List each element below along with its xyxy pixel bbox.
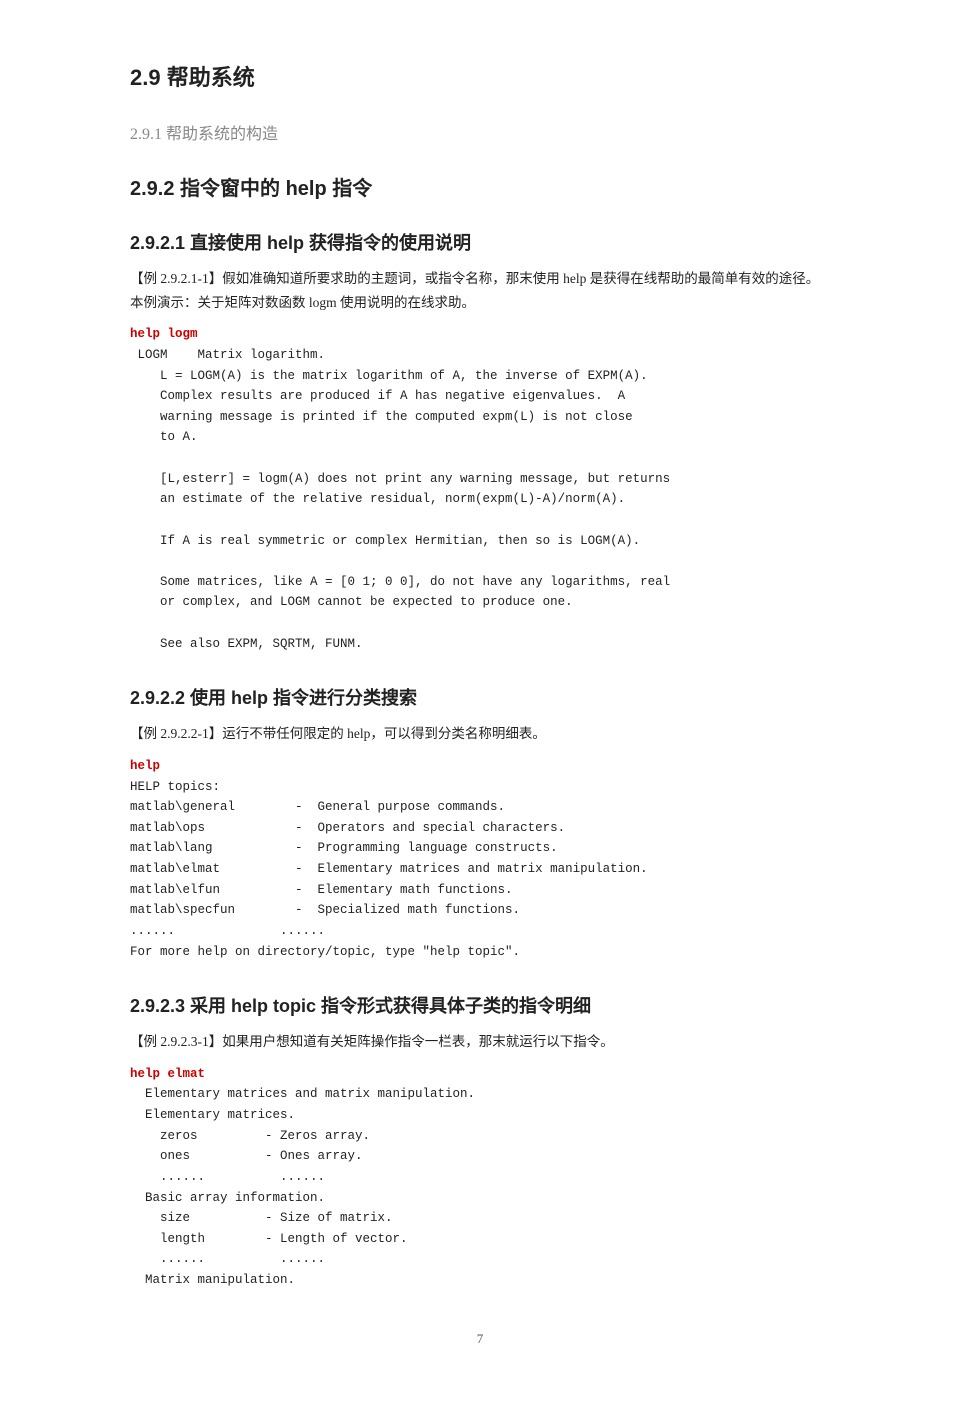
- code-body-1: LOGM Matrix logarithm. L = LOGM(A) is th…: [130, 348, 670, 651]
- code-block-2-9-2-2: help HELP topics: matlab\general - Gener…: [130, 756, 830, 962]
- code-body-2: HELP topics: matlab\general - General pu…: [130, 780, 648, 959]
- section-2-9-2-3-title: 2.9.2.3 采用 help topic 指令形式获得具体子类的指令明细: [130, 992, 830, 1018]
- example-2-9-2-1-label: 【例 2.9.2.1-1】: [130, 271, 222, 286]
- section-2-9-2-2: 2.9.2.2 使用 help 指令进行分类搜索 【例 2.9.2.2-1】运行…: [130, 684, 830, 962]
- code-block-2-9-2-1: help logm LOGM Matrix logarithm. L = LOG…: [130, 324, 830, 654]
- example-2-9-2-1-body: 假如准确知道所要求助的主题词，或指令名称，那末使用 help 是获得在线帮助的最…: [130, 271, 819, 310]
- code-cmd-1: help logm: [130, 327, 198, 341]
- section-2-9-2-1-title: 2.9.2.1 直接使用 help 获得指令的使用说明: [130, 229, 830, 255]
- example-2-9-2-2-text: 【例 2.9.2.2-1】运行不带任何限定的 help，可以得到分类名称明细表。: [130, 722, 830, 746]
- example-2-9-2-1-text: 【例 2.9.2.1-1】假如准确知道所要求助的主题词，或指令名称，那末使用 h…: [130, 267, 830, 314]
- section-2-9-1-title: 2.9.1 帮助系统的构造: [130, 120, 830, 144]
- section-2-9-title: 2.9 帮助系统: [130, 60, 830, 92]
- code-cmd-2: help: [130, 759, 160, 773]
- page-number: 7: [130, 1331, 830, 1347]
- section-2-9-2: 2.9.2 指令窗中的 help 指令: [130, 172, 830, 201]
- section-2-9: 2.9 帮助系统: [130, 60, 830, 92]
- example-2-9-2-2-label: 【例 2.9.2.2-1】: [130, 726, 222, 741]
- code-body-3: Elementary matrices and matrix manipulat…: [130, 1087, 475, 1287]
- section-2-9-2-1: 2.9.2.1 直接使用 help 获得指令的使用说明 【例 2.9.2.1-1…: [130, 229, 830, 654]
- example-2-9-2-3-body: 如果用户想知道有关矩阵操作指令一栏表，那末就运行以下指令。: [222, 1034, 614, 1049]
- page: 2.9 帮助系统 2.9.1 帮助系统的构造 2.9.2 指令窗中的 help …: [50, 0, 910, 1427]
- example-2-9-2-3-label: 【例 2.9.2.3-1】: [130, 1034, 222, 1049]
- example-2-9-2-2-body: 运行不带任何限定的 help，可以得到分类名称明细表。: [222, 726, 546, 741]
- section-2-9-2-3: 2.9.2.3 采用 help topic 指令形式获得具体子类的指令明细 【例…: [130, 992, 830, 1291]
- code-cmd-3: help elmat: [130, 1067, 205, 1081]
- example-2-9-2-3-text: 【例 2.9.2.3-1】如果用户想知道有关矩阵操作指令一栏表，那末就运行以下指…: [130, 1030, 830, 1054]
- code-block-2-9-2-3: help elmat Elementary matrices and matri…: [130, 1064, 830, 1291]
- section-2-9-1: 2.9.1 帮助系统的构造: [130, 120, 830, 144]
- section-2-9-2-title: 2.9.2 指令窗中的 help 指令: [130, 172, 830, 201]
- section-2-9-2-2-title: 2.9.2.2 使用 help 指令进行分类搜索: [130, 684, 830, 710]
